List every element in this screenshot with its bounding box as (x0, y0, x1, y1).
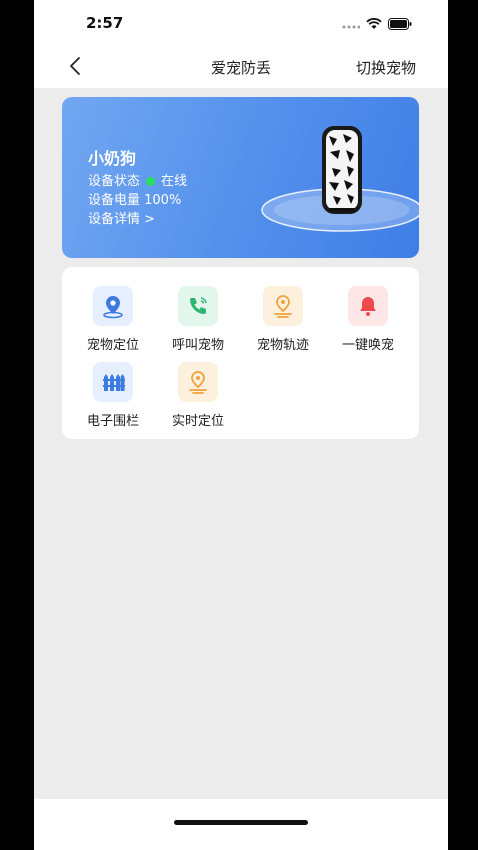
device-status-label: 设备状态 (88, 174, 141, 189)
call-pet-button[interactable]: 呼叫宠物 (158, 286, 238, 353)
device-status-value: 在线 (161, 174, 188, 189)
function-label: 宠物轨迹 (256, 338, 309, 353)
online-indicator-icon (146, 177, 156, 186)
track-icon (274, 295, 292, 318)
summon-pet-button[interactable]: 一键唤宠 (328, 286, 408, 353)
function-grid: 宠物定位 呼叫宠物 宠物轨迹 一键唤宠 电子围栏 实时定位 (62, 267, 419, 439)
home-indicator[interactable] (174, 820, 308, 825)
function-label: 实时定位 (171, 414, 224, 429)
signal-icon (342, 15, 361, 34)
function-label: 宠物定位 (86, 338, 139, 353)
phone-icon (190, 297, 207, 314)
switch-pet-button[interactable]: 切换宠物 (356, 57, 416, 78)
function-label: 呼叫宠物 (171, 338, 224, 353)
status-bar: 2:57 (34, 0, 448, 44)
pet-name: 小奶狗 (88, 149, 137, 168)
device-details-link[interactable]: 设备详情 > (88, 208, 155, 227)
battery-icon (388, 15, 412, 34)
wifi-icon (366, 15, 382, 34)
icon-box (348, 286, 388, 326)
pet-tracker-device-image (261, 126, 419, 232)
icon-box (263, 286, 303, 326)
device-status: 设备状态 在线 (88, 170, 187, 189)
status-icons (342, 15, 412, 34)
navigation-bar: 爱宠防丢 切换宠物 (34, 44, 448, 88)
icon-box (93, 362, 133, 402)
function-label: 电子围栏 (86, 414, 139, 429)
realtime-location-icon (189, 371, 207, 394)
icon-box (178, 362, 218, 402)
geofence-button[interactable]: 电子围栏 (73, 362, 153, 429)
device-card: 小奶狗 设备状态 在线 设备电量 100% 设备详情 > (62, 97, 419, 258)
bottom-bar (34, 799, 448, 850)
pet-track-button[interactable]: 宠物轨迹 (243, 286, 323, 353)
realtime-location-button[interactable]: 实时定位 (158, 362, 238, 429)
app-screen: 2:57 爱宠防丢 切换宠物 小奶狗 设备状态 在线 设备电量 100% 设备详情… (34, 0, 448, 850)
icon-box (178, 286, 218, 326)
icon-box (93, 286, 133, 326)
status-time: 2:57 (86, 14, 124, 32)
location-pin-icon (103, 296, 123, 319)
pet-location-button[interactable]: 宠物定位 (73, 286, 153, 353)
fence-icon (103, 374, 125, 391)
bell-icon (360, 297, 376, 316)
battery-level: 设备电量 100% (88, 193, 182, 208)
function-label: 一键唤宠 (341, 338, 394, 353)
